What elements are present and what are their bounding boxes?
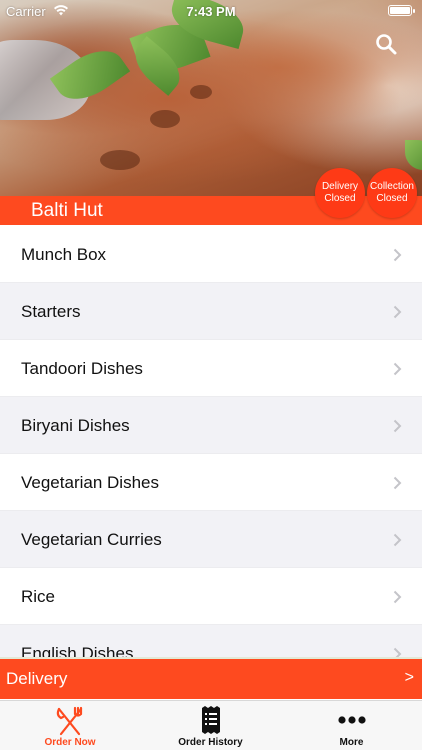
category-label: Munch Box — [21, 245, 107, 264]
menu-category-tandoori-dishes[interactable]: Tandoori Dishes — [0, 340, 422, 397]
clock: 7:43 PM — [186, 4, 236, 19]
menu-category-list[interactable]: Munch Box Starters Tandoori Dishes Birya… — [0, 226, 422, 657]
menu-category-munch-box[interactable]: Munch Box — [0, 226, 422, 283]
delivery-status-badge: Delivery Closed — [315, 168, 365, 218]
chevron-right-icon — [393, 362, 402, 376]
tab-more[interactable]: More — [281, 701, 422, 750]
delivery-mode-bar[interactable]: Delivery > — [0, 657, 422, 699]
delivery-mode-label: Delivery — [6, 669, 68, 688]
badge-line: Delivery — [321, 181, 359, 192]
tab-order-now[interactable]: Order Now — [0, 701, 140, 750]
tab-bar: Order Now Order History More — [0, 700, 422, 750]
receipt-icon — [201, 706, 220, 734]
more-dots-icon — [337, 716, 366, 724]
chevron-right-icon — [393, 419, 402, 433]
category-label: Starters — [21, 302, 81, 321]
category-label: Vegetarian Curries — [21, 530, 162, 549]
chevron-right-icon — [393, 476, 402, 490]
category-label: Vegetarian Dishes — [21, 473, 159, 492]
search-icon[interactable] — [374, 32, 398, 56]
category-label: Biryani Dishes — [21, 416, 130, 435]
tab-label: Order Now — [44, 737, 96, 748]
collection-status-badge: Collection Closed — [367, 168, 417, 218]
chevron-right-icon — [393, 647, 402, 657]
category-label: English Dishes — [21, 644, 134, 657]
fork-knife-icon — [56, 706, 83, 736]
tab-label: More — [339, 737, 364, 748]
chevron-right-icon — [393, 590, 402, 604]
menu-category-vegetarian-curries[interactable]: Vegetarian Curries — [0, 511, 422, 568]
tab-order-history[interactable]: Order History — [140, 701, 281, 750]
restaurant-name: Balti Hut — [31, 200, 103, 221]
status-bar: Carrier 7:43 PM — [0, 0, 422, 22]
char-spot — [100, 150, 140, 170]
menu-category-biryani-dishes[interactable]: Biryani Dishes — [0, 397, 422, 454]
menu-category-rice[interactable]: Rice — [0, 568, 422, 625]
chevron-right-icon — [393, 248, 402, 262]
char-spot — [190, 85, 212, 99]
badge-line: Closed — [376, 193, 408, 204]
menu-category-english-dishes[interactable]: English Dishes — [0, 625, 422, 657]
badge-line: Closed — [324, 193, 356, 204]
menu-category-starters[interactable]: Starters — [0, 283, 422, 340]
battery-icon — [388, 5, 415, 16]
chevron-right-icon — [393, 305, 402, 319]
category-label: Tandoori Dishes — [21, 359, 143, 378]
badge-line: Collection — [370, 181, 414, 192]
char-spot — [150, 110, 180, 128]
delivery-mode-arrow: > — [404, 669, 414, 686]
tab-label: Order History — [178, 737, 243, 748]
category-label: Rice — [21, 587, 56, 606]
chevron-right-icon — [393, 533, 402, 547]
menu-category-vegetarian-dishes[interactable]: Vegetarian Dishes — [0, 454, 422, 511]
mint-leaf — [405, 140, 422, 170]
